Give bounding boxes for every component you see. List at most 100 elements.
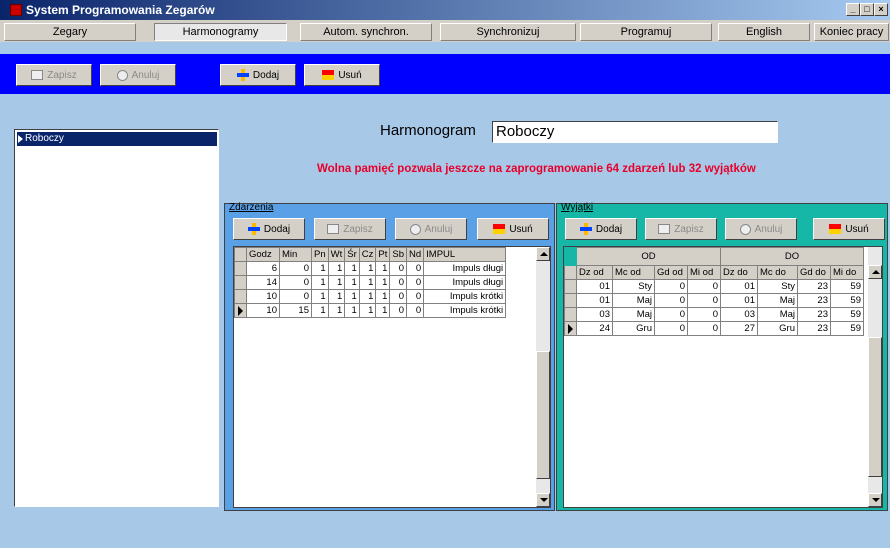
- col-sr[interactable]: Śr: [344, 247, 360, 262]
- table-row[interactable]: 6 0 1 1 1 1 1 0 0 Impuls długi: [234, 261, 507, 276]
- tab-zegary[interactable]: Zegary: [4, 23, 136, 41]
- cell-wt[interactable]: 1: [327, 261, 346, 276]
- cell-dz-do[interactable]: 01: [720, 293, 758, 308]
- exceptions-cancel-button[interactable]: Anuluj: [725, 218, 797, 240]
- cell-pt[interactable]: 1: [375, 303, 391, 318]
- row-indicator-current[interactable]: [564, 321, 577, 336]
- cell-pn[interactable]: 1: [311, 275, 329, 290]
- cell-nd[interactable]: 0: [405, 303, 425, 318]
- cell-godz[interactable]: 14: [246, 275, 280, 290]
- cell-dz-od[interactable]: 01: [576, 279, 613, 294]
- cell-pt[interactable]: 1: [375, 275, 391, 290]
- col-pt[interactable]: Pt: [375, 247, 391, 262]
- cell-mc-od[interactable]: Gru: [612, 321, 655, 336]
- cell-pt[interactable]: 1: [375, 289, 391, 304]
- events-save-button[interactable]: Zapisz: [314, 218, 386, 240]
- cell-gd-do[interactable]: 23: [797, 321, 831, 336]
- events-grid[interactable]: Godz Min Pn Wt Śr Cz Pt Sb Nd IMPUL 6 0 …: [233, 246, 551, 508]
- cell-impul[interactable]: Impuls krótki: [423, 289, 507, 304]
- col-mc-do[interactable]: Mc do: [757, 265, 798, 280]
- col-wt[interactable]: Wt: [327, 247, 346, 262]
- schedule-list[interactable]: Roboczy: [14, 129, 219, 507]
- cell-nd[interactable]: 0: [405, 261, 425, 276]
- cell-dz-od[interactable]: 01: [576, 293, 613, 308]
- cell-mi-od[interactable]: 0: [687, 307, 721, 322]
- cell-mc-od[interactable]: Maj: [612, 293, 655, 308]
- cell-mc-od[interactable]: Sty: [612, 279, 655, 294]
- cell-godz[interactable]: 10: [246, 303, 280, 318]
- cell-min[interactable]: 0: [279, 275, 312, 290]
- close-button[interactable]: ×: [874, 3, 888, 16]
- scroll-down-arrow[interactable]: [868, 493, 882, 507]
- exceptions-save-button[interactable]: Zapisz: [645, 218, 717, 240]
- cell-sr[interactable]: 1: [344, 275, 360, 290]
- cell-wt[interactable]: 1: [327, 303, 346, 318]
- cell-mc-do[interactable]: Maj: [757, 293, 798, 308]
- harmonogram-name-input[interactable]: Roboczy: [492, 121, 778, 143]
- cell-mi-od[interactable]: 0: [687, 279, 721, 294]
- cell-gd-do[interactable]: 23: [797, 293, 831, 308]
- cell-impul[interactable]: Impuls długi: [423, 261, 507, 276]
- cell-dz-od[interactable]: 24: [576, 321, 613, 336]
- cell-mc-od[interactable]: Maj: [612, 307, 655, 322]
- toolbar-cancel-button[interactable]: Anuluj: [100, 64, 176, 86]
- scroll-thumb[interactable]: [868, 337, 882, 477]
- col-dz-do[interactable]: Dz do: [720, 265, 758, 280]
- row-indicator[interactable]: [564, 307, 577, 322]
- cell-gd-do[interactable]: 23: [797, 307, 831, 322]
- tab-english[interactable]: English: [718, 23, 810, 41]
- scroll-down-arrow[interactable]: [536, 493, 550, 507]
- events-cancel-button[interactable]: Anuluj: [395, 218, 467, 240]
- cell-gd-do[interactable]: 23: [797, 279, 831, 294]
- table-row[interactable]: 10 0 1 1 1 1 1 0 0 Impuls krótki: [234, 289, 507, 304]
- events-scrollbar[interactable]: [536, 247, 550, 507]
- cell-godz[interactable]: 10: [246, 289, 280, 304]
- toolbar-delete-button[interactable]: Usuń: [304, 64, 380, 86]
- minimize-button[interactable]: _: [846, 3, 860, 16]
- cell-sr[interactable]: 1: [344, 303, 360, 318]
- cell-cz[interactable]: 1: [358, 261, 377, 276]
- cell-sr[interactable]: 1: [344, 289, 360, 304]
- exceptions-grid[interactable]: OD DO Dz od Mc od Gd od Mi od Dz do Mc d…: [563, 246, 883, 508]
- cell-gd-od[interactable]: 0: [654, 279, 688, 294]
- cell-sb[interactable]: 0: [389, 275, 407, 290]
- cell-pn[interactable]: 1: [311, 289, 329, 304]
- tab-koniec-pracy[interactable]: Koniec pracy: [814, 23, 889, 41]
- cell-pt[interactable]: 1: [375, 261, 391, 276]
- cell-gd-od[interactable]: 0: [654, 307, 688, 322]
- cell-dz-od[interactable]: 03: [576, 307, 613, 322]
- cell-pn[interactable]: 1: [311, 303, 329, 318]
- cell-impul[interactable]: Impuls długi: [423, 275, 507, 290]
- cell-wt[interactable]: 1: [327, 275, 346, 290]
- col-dz-od[interactable]: Dz od: [576, 265, 613, 280]
- col-gd-od[interactable]: Gd od: [654, 265, 688, 280]
- row-indicator[interactable]: [234, 275, 247, 290]
- scroll-up-arrow[interactable]: [868, 265, 882, 279]
- col-gd-do[interactable]: Gd do: [797, 265, 831, 280]
- cell-mi-od[interactable]: 0: [687, 293, 721, 308]
- exceptions-add-button[interactable]: Dodaj: [565, 218, 637, 240]
- col-cz[interactable]: Cz: [358, 247, 377, 262]
- tab-synchronizuj[interactable]: Synchronizuj: [440, 23, 576, 41]
- col-nd[interactable]: Nd: [405, 247, 425, 262]
- table-row[interactable]: 14 0 1 1 1 1 1 0 0 Impuls długi: [234, 275, 507, 290]
- cell-sb[interactable]: 0: [389, 261, 407, 276]
- cell-impul[interactable]: Impuls krótki: [423, 303, 507, 318]
- exceptions-scrollbar[interactable]: [868, 247, 882, 507]
- cell-min[interactable]: 0: [279, 289, 312, 304]
- cell-nd[interactable]: 0: [405, 289, 425, 304]
- list-item[interactable]: Roboczy: [17, 132, 217, 146]
- cell-cz[interactable]: 1: [358, 303, 377, 318]
- cell-dz-do[interactable]: 27: [720, 321, 758, 336]
- table-row[interactable]: 10 15 1 1 1 1 1 0 0 Impuls krótki: [234, 303, 507, 318]
- tab-autom-synchron[interactable]: Autom. synchron.: [300, 23, 432, 41]
- table-row[interactable]: 24 Gru 0 0 27 Gru 23 59: [564, 321, 864, 336]
- col-impul[interactable]: IMPUL: [423, 247, 507, 262]
- cell-dz-do[interactable]: 01: [720, 279, 758, 294]
- scroll-thumb[interactable]: [536, 351, 550, 479]
- events-add-button[interactable]: Dodaj: [233, 218, 305, 240]
- cell-min[interactable]: 0: [279, 261, 312, 276]
- table-row[interactable]: 03 Maj 0 0 03 Maj 23 59: [564, 307, 864, 322]
- toolbar-save-button[interactable]: Zapisz: [16, 64, 92, 86]
- cell-sr[interactable]: 1: [344, 261, 360, 276]
